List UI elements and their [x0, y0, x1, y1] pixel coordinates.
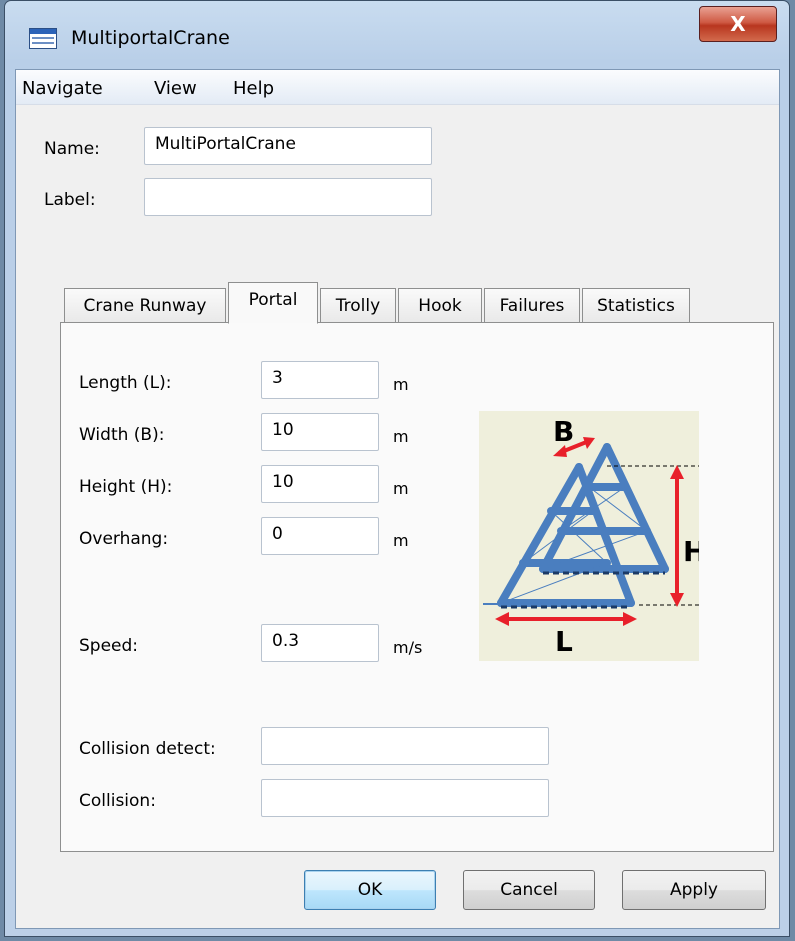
menu-navigate[interactable]: Navigate: [22, 78, 103, 99]
collision-label: Collision:: [79, 791, 156, 811]
diagram-label-b: B: [553, 415, 574, 448]
height-unit: m: [393, 479, 409, 498]
width-field[interactable]: 10: [261, 413, 379, 451]
ok-button[interactable]: OK: [304, 870, 436, 910]
collision-detect-label: Collision detect:: [79, 739, 216, 759]
window-app-icon: [29, 28, 57, 49]
tab-statistics[interactable]: Statistics: [582, 288, 690, 324]
diagram-label-l: L: [555, 625, 573, 658]
menu-help[interactable]: Help: [233, 78, 274, 99]
label-label: Label:: [44, 190, 96, 210]
height-label: Height (H):: [79, 477, 173, 497]
speed-label: Speed:: [79, 636, 139, 656]
close-icon: X: [730, 12, 746, 36]
cancel-button[interactable]: Cancel: [463, 870, 595, 910]
length-field[interactable]: 3: [261, 361, 379, 399]
tab-trolly[interactable]: Trolly: [320, 288, 396, 324]
portal-crane-diagram: B H L: [479, 411, 699, 661]
overhang-label: Overhang:: [79, 529, 169, 549]
menu-view[interactable]: View: [154, 78, 197, 99]
overhang-unit: m: [393, 531, 409, 550]
length-label: Length (L):: [79, 373, 172, 393]
tab-failures[interactable]: Failures: [484, 288, 580, 324]
overhang-field[interactable]: 0: [261, 517, 379, 555]
collision-detect-field[interactable]: [261, 727, 549, 765]
title-bar[interactable]: MultiportalCrane X: [5, 1, 789, 73]
dialog-window: MultiportalCrane X Navigate View Help Na…: [4, 0, 790, 937]
tab-portal[interactable]: Portal: [228, 282, 318, 324]
name-field[interactable]: MultiPortalCrane: [144, 127, 432, 165]
speed-field[interactable]: 0.3: [261, 624, 379, 662]
collision-field[interactable]: [261, 779, 549, 817]
speed-unit: m/s: [393, 638, 423, 657]
name-label: Name:: [44, 139, 100, 159]
tab-crane-runway[interactable]: Crane Runway: [64, 288, 226, 324]
label-field[interactable]: [144, 178, 432, 216]
dialog-client-area: Navigate View Help Name: MultiPortalCran…: [15, 69, 780, 929]
close-button[interactable]: X: [699, 6, 777, 42]
width-unit: m: [393, 427, 409, 446]
menu-bar: Navigate View Help: [16, 70, 779, 105]
diagram-label-h: H: [683, 535, 699, 568]
portal-tab-panel: Length (L): 3 m Width (B): 10 m Height (…: [60, 322, 774, 852]
apply-button[interactable]: Apply: [622, 870, 766, 910]
width-label: Width (B):: [79, 425, 165, 445]
window-title: MultiportalCrane: [71, 27, 230, 49]
height-field[interactable]: 10: [261, 465, 379, 503]
length-unit: m: [393, 375, 409, 394]
tab-hook[interactable]: Hook: [398, 288, 482, 324]
